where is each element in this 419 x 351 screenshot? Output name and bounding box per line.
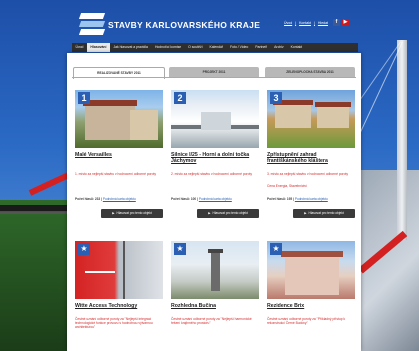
contact-link[interactable]: Kontakt	[299, 21, 311, 25]
nav-item-foto-video[interactable]: Foto / Video	[227, 43, 252, 52]
project-title[interactable]: Witte Access Technology	[75, 303, 165, 309]
nav-item-kontakt[interactable]: Kontakt	[287, 43, 306, 52]
project-title[interactable]: Rozhledna Bučina	[171, 303, 261, 309]
tab-projekt[interactable]: PROJEKT 2011	[169, 67, 259, 77]
project-photo[interactable]: ★	[75, 241, 163, 299]
nav-item-uvod[interactable]: Úvod	[72, 43, 87, 52]
background-photo-grass	[0, 200, 70, 351]
nav-item-partneri[interactable]: Partneři	[252, 43, 271, 52]
rank-badge: 3	[270, 92, 282, 104]
social-links: f ▶	[333, 19, 349, 26]
project-photo[interactable]: 2	[171, 90, 259, 148]
vote-count: Počet hlasů: 233 | Podrobná karta objekt…	[75, 197, 165, 201]
project-card: ★ Rezidence Brix Čestné uznání odborné p…	[267, 241, 355, 351]
rank-badge: 1	[78, 92, 90, 104]
project-award: 1. místo za nejlepší stavbu v hodnocení …	[75, 172, 157, 176]
background-photo-red-rail	[28, 171, 73, 196]
vote-button[interactable]: Hlasovat pro tento objekt	[197, 209, 259, 218]
project-extra-award: Cena Energia, Stavebnictví	[267, 184, 307, 188]
home-link[interactable]: Úvod	[284, 21, 292, 25]
nav-item-pravidla[interactable]: Jak hlasovat a pravidla	[110, 43, 152, 52]
tab-zelenoplocha-stavba[interactable]: ZELENOPLOCHA STAVBA 2011	[265, 67, 355, 77]
detail-link[interactable]: Podrobná karta objektu	[295, 197, 328, 201]
project-card: ★ Rozhledna Bučina Čestné uznání odborné…	[171, 241, 259, 351]
project-card: 1 Malé Versailles 1. místo za nejlepší s…	[75, 90, 163, 230]
project-award: Čestné uznání odborné poroty za "Příklad…	[267, 317, 346, 326]
background-photo-bridge-deck	[354, 170, 419, 351]
site-logo[interactable]	[78, 13, 106, 35]
vote-count-label: Počet hlasů: 195 |	[267, 197, 294, 201]
vote-count-label: Počet hlasů: 233 |	[75, 197, 102, 201]
nav-item-o-soutezi[interactable]: O soutěži	[185, 43, 206, 52]
project-award: Čestné uznání odborné poroty za "Nejlepš…	[171, 317, 252, 326]
project-photo[interactable]: 3	[267, 90, 355, 148]
project-photo[interactable]: 1	[75, 90, 163, 148]
nav-item-archiv[interactable]: Archiv	[271, 43, 287, 52]
detail-link[interactable]: Podrobná karta objektu	[199, 197, 232, 201]
background-photo-railing	[0, 212, 70, 214]
project-award: 2. místo za nejlepší stavbu v hodnocení …	[171, 172, 253, 176]
project-title[interactable]: Malé Versailles	[75, 152, 165, 158]
content-panel: REALIZOVANÉ STAVBY 2011 PROJEKT 2011 ZEL…	[67, 53, 361, 351]
project-card: 3 Zpřístupnění zahrad františkánského kl…	[267, 90, 355, 230]
project-title[interactable]: Zpřístupnění zahrad františkánského kláš…	[267, 152, 357, 164]
project-award: Čestné uznání odborné poroty za "Nejlepš…	[75, 317, 153, 330]
star-icon: ★	[174, 243, 186, 255]
nav-item-kalendar[interactable]: Kalendář	[206, 43, 227, 52]
detail-link[interactable]: Podrobná karta objektu	[103, 197, 136, 201]
star-icon: ★	[78, 243, 90, 255]
site-title: STAVBY KARLOVARSKÉHO KRAJE	[108, 20, 261, 30]
vote-button[interactable]: Hlasovat pro tento objekt	[293, 209, 355, 218]
vote-button[interactable]: Hlasovat pro tento objekt	[101, 209, 163, 218]
category-tabs: REALIZOVANÉ STAVBY 2011 PROJEKT 2011 ZEL…	[67, 67, 361, 79]
main-nav: Úvod Hlasování Jak hlasovat a pravidla H…	[72, 43, 358, 52]
star-icon: ★	[270, 243, 282, 255]
background-photo-railing	[0, 205, 70, 211]
project-card: ★ Witte Access Technology Čestné uznání …	[75, 241, 163, 351]
facebook-icon[interactable]: f	[333, 19, 340, 26]
nav-item-hlasovani[interactable]: Hlasování	[86, 43, 110, 52]
vote-count: Počet hlasů: 195 | Podrobná karta objekt…	[267, 197, 357, 201]
vote-count-label: Počet hlasů: 100 |	[171, 197, 198, 201]
project-card: 2 Silnice I/25 - Horní a dolní točka Jác…	[171, 90, 259, 230]
background-photo-bridge-pylon	[397, 40, 407, 240]
nav-item-komise[interactable]: Hodnotící komise	[151, 43, 184, 52]
rank-badge: 2	[174, 92, 186, 104]
project-photo[interactable]: ★	[267, 241, 355, 299]
search-link[interactable]: Hledat	[318, 21, 328, 25]
project-award: 3. místo za nejlepší stavbu v hodnocení …	[267, 172, 349, 176]
top-links: Úvod | Kontakt | Hledat	[284, 21, 329, 25]
tabs-divider	[72, 77, 356, 78]
vote-count: Počet hlasů: 100 | Podrobná karta objekt…	[171, 197, 261, 201]
youtube-icon[interactable]: ▶	[342, 19, 349, 26]
project-photo[interactable]: ★	[171, 241, 259, 299]
project-title[interactable]: Rezidence Brix	[267, 303, 357, 309]
project-title[interactable]: Silnice I/25 - Horní a dolní točka Jáchy…	[171, 152, 261, 164]
